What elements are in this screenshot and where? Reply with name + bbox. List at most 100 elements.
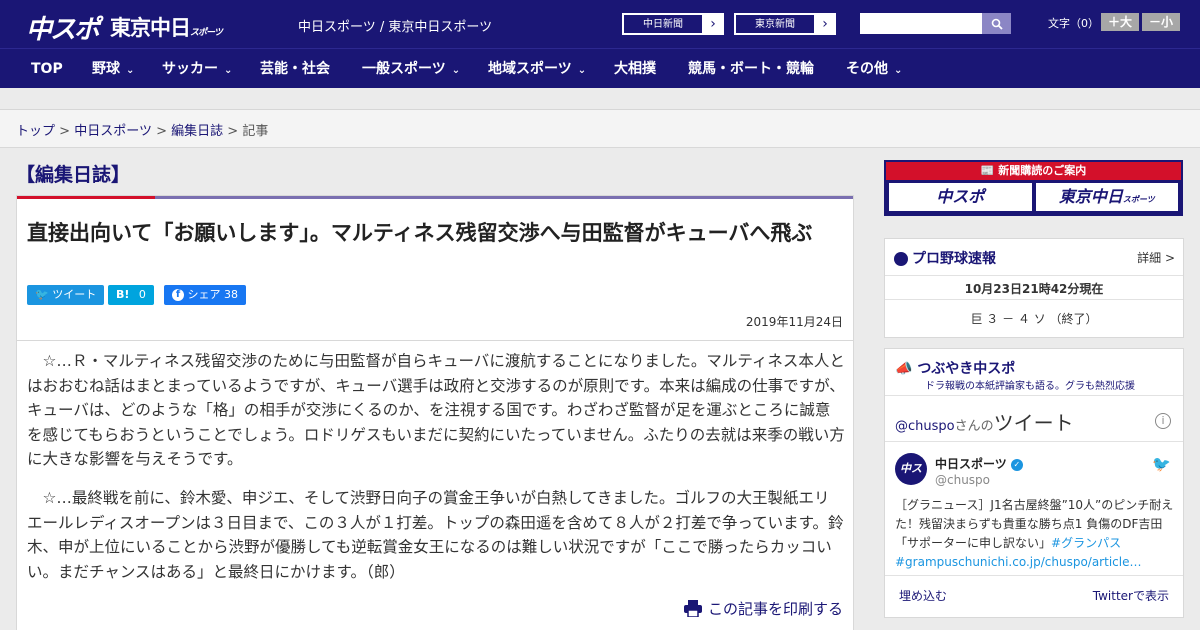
verified-badge-icon: ✓: [1010, 458, 1023, 471]
search-icon: [991, 18, 1003, 30]
chevron-down-icon: ⌄: [126, 65, 135, 76]
print-article-link[interactable]: この記事を印刷する: [683, 598, 843, 619]
print-label: この記事を印刷する: [707, 600, 843, 618]
info-icon[interactable]: i: [1155, 413, 1171, 429]
chevron-down-icon: ⌄: [894, 65, 903, 76]
nav-item-baseball[interactable]: 野球 ⌄: [92, 49, 134, 89]
tweets-widget: 📣 つぶやき中スポ ドラ報戦の本紙評論家も語る。グラも熱烈応援 @chuspoさ…: [884, 348, 1184, 618]
nav-item-soccer[interactable]: サッカー ⌄: [162, 49, 232, 89]
twitter-timeline-label: ツイート: [993, 411, 1074, 435]
tweet-author[interactable]: 中日スポーツ ✓: [935, 455, 1023, 472]
nav-item-label: 芸能・社会: [260, 61, 330, 77]
main-nav: TOP 野球 ⌄ サッカー ⌄ 芸能・社会 一般スポーツ ⌄ 地域スポーツ ⌄ 大相撲 …: [0, 48, 1200, 88]
nav-item-label: 一般スポーツ: [362, 61, 446, 77]
breadcrumb-top[interactable]: トップ: [16, 124, 55, 139]
tweets-widget-title-text: つぶやき中スポ: [917, 361, 1016, 377]
tokyo-chunichi-logo-text: 東京中日: [110, 16, 191, 40]
tweet-button[interactable]: 🐦 ツイート: [27, 285, 105, 305]
subscription-title: 📰 新聞購読のご案内: [886, 162, 1181, 180]
megaphone-icon: 📣: [895, 361, 913, 377]
tweet-author-name: 中日スポーツ: [935, 457, 1007, 471]
tokyo-shimbun-label: 東京新聞: [735, 14, 815, 34]
article: 直接出向いて「お願いします」。マルティネス残留交渉へ与田監督がキューバへ飛ぶ 🐦…: [16, 195, 854, 630]
divider: [885, 395, 1183, 396]
site-header: 中スポ 東京中日スポーツ 中日スポーツ / 東京中日スポーツ 中日新聞 › 東京…: [0, 0, 1200, 48]
facebook-icon: f: [172, 289, 184, 301]
search-button[interactable]: [982, 13, 1011, 34]
breadcrumb-editorial-diary[interactable]: 編集日誌: [171, 124, 223, 139]
subscription-logos: 中スポ 東京中日スポーツ: [886, 180, 1181, 214]
divider: [885, 441, 1183, 442]
nav-item-regional-sports[interactable]: 地域スポーツ ⌄: [488, 49, 586, 89]
nav-item-entertainment[interactable]: 芸能・社会: [260, 49, 330, 89]
tokyo-chunichi-logo-sub: スポーツ: [1122, 195, 1155, 204]
divider: [17, 340, 853, 341]
nav-item-label: サッカー: [162, 61, 218, 77]
baseball-widget-title: プロ野球速報: [894, 248, 996, 268]
font-smaller-button[interactable]: －小: [1142, 13, 1180, 31]
font-bigger-button[interactable]: ＋大: [1101, 13, 1139, 31]
article-headline: 直接出向いて「お願いします」。マルティネス残留交渉へ与田監督がキューバへ飛ぶ: [27, 221, 813, 245]
chuspo-logo[interactable]: 中スポ: [26, 9, 100, 46]
hatena-icon: B!: [116, 288, 130, 301]
chunichi-shimbun-link[interactable]: 中日新聞 ›: [622, 13, 724, 35]
breadcrumb-separator: >: [59, 124, 71, 139]
tweet-url-link[interactable]: #grampuschunichi.co.jp/chuspo/article…: [895, 555, 1141, 569]
nav-item-label: 競馬・ボート・競輪: [688, 61, 814, 77]
chunichi-shimbun-label: 中日新聞: [623, 14, 703, 34]
avatar[interactable]: 中ス: [895, 453, 927, 485]
breadcrumb-separator: >: [156, 124, 167, 139]
article-date: 2019年11月24日: [745, 315, 843, 329]
tweet-hashtag-link[interactable]: #グランパス: [1051, 536, 1121, 550]
facebook-share-button[interactable]: f シェア 38: [164, 285, 246, 305]
nav-item-label: 野球: [92, 61, 120, 77]
embed-link[interactable]: 埋め込む: [899, 587, 947, 604]
baseball-icon: [894, 252, 908, 266]
nav-item-top[interactable]: TOP: [31, 49, 63, 89]
subscription-banner[interactable]: 📰 新聞購読のご案内 中スポ 東京中日スポーツ: [884, 160, 1183, 216]
tokyo-chunichi-logo-text: 東京中日: [1058, 187, 1123, 206]
tweet-text[interactable]: ［グラニュース］J1名古屋終盤”10人”のピンチ耐えた！残留決まらずも貴重な勝ち…: [895, 496, 1175, 572]
nav-item-general-sports[interactable]: 一般スポーツ ⌄: [362, 49, 460, 89]
tokyo-chunichi-logo-sub: スポーツ: [190, 28, 223, 38]
nav-item-label: 地域スポーツ: [488, 61, 572, 77]
twitter-handle-suffix: さんの: [954, 419, 994, 434]
hatena-count: 0: [138, 288, 146, 301]
chevron-right-icon: ›: [710, 16, 716, 32]
baseball-updated-time: 10月23日21時42分現在: [964, 282, 1104, 296]
tweet-label: ツイート: [52, 288, 97, 301]
divider: [885, 575, 1183, 576]
search-input[interactable]: [860, 13, 982, 34]
twitter-handle-link[interactable]: @chuspo: [895, 419, 955, 434]
twitter-timeline-header: @chuspoさんのツイート: [895, 407, 1074, 436]
facebook-share-count: 38: [224, 288, 238, 301]
article-paragraph: ☆…Ｒ・マルティネス残留交渉のために与田監督が自らキューバに渡航することになりま…: [27, 352, 845, 468]
tweet-author-handle[interactable]: @chuspo: [935, 473, 990, 487]
baseball-scores-widget: プロ野球速報 詳細 > 10月23日21時42分現在 巨 ３ － ４ ソ （終了…: [884, 238, 1184, 338]
article-top-rule-accent: [17, 196, 155, 199]
nav-item-sumo[interactable]: 大相撲: [614, 49, 656, 89]
tokyo-shimbun-link[interactable]: 東京新聞 ›: [734, 13, 836, 35]
chuspo-logo[interactable]: 中スポ: [889, 183, 1032, 211]
twitter-bird-icon[interactable]: 🐦: [1152, 455, 1171, 473]
baseball-game-score[interactable]: 巨 ３ － ４ ソ （終了）: [885, 310, 1183, 327]
font-size-label: 文字（0）: [1048, 17, 1099, 30]
chevron-down-icon: ⌄: [451, 65, 461, 76]
nav-item-label: その他: [846, 61, 888, 77]
tokyo-chunichi-logo[interactable]: 東京中日スポーツ: [1035, 183, 1178, 211]
baseball-details-link[interactable]: 詳細 >: [1137, 249, 1175, 266]
tokyo-chunichi-logo[interactable]: 東京中日スポーツ: [110, 12, 223, 42]
ad-strip: [0, 88, 1200, 110]
subscription-title-text: 新聞購読のご案内: [998, 164, 1087, 177]
nav-item-racing[interactable]: 競馬・ボート・競輪: [688, 49, 814, 89]
nav-item-other[interactable]: その他 ⌄: [846, 49, 902, 89]
breadcrumb-chunichi-sports[interactable]: 中日スポーツ: [74, 124, 152, 139]
chevron-right-icon: ›: [822, 16, 828, 32]
section-heading: 【編集日誌】: [16, 164, 131, 186]
site-title[interactable]: 中日スポーツ / 東京中日スポーツ: [298, 16, 492, 35]
hatena-bookmark-button[interactable]: B! 0: [108, 285, 154, 305]
view-on-twitter-link[interactable]: Twitterで表示: [1093, 587, 1169, 604]
divider: [885, 299, 1183, 300]
twitter-icon: 🐦: [35, 288, 49, 301]
tweets-widget-subtitle: ドラ報戦の本紙評論家も語る。グラも熱烈応援: [925, 381, 1135, 392]
